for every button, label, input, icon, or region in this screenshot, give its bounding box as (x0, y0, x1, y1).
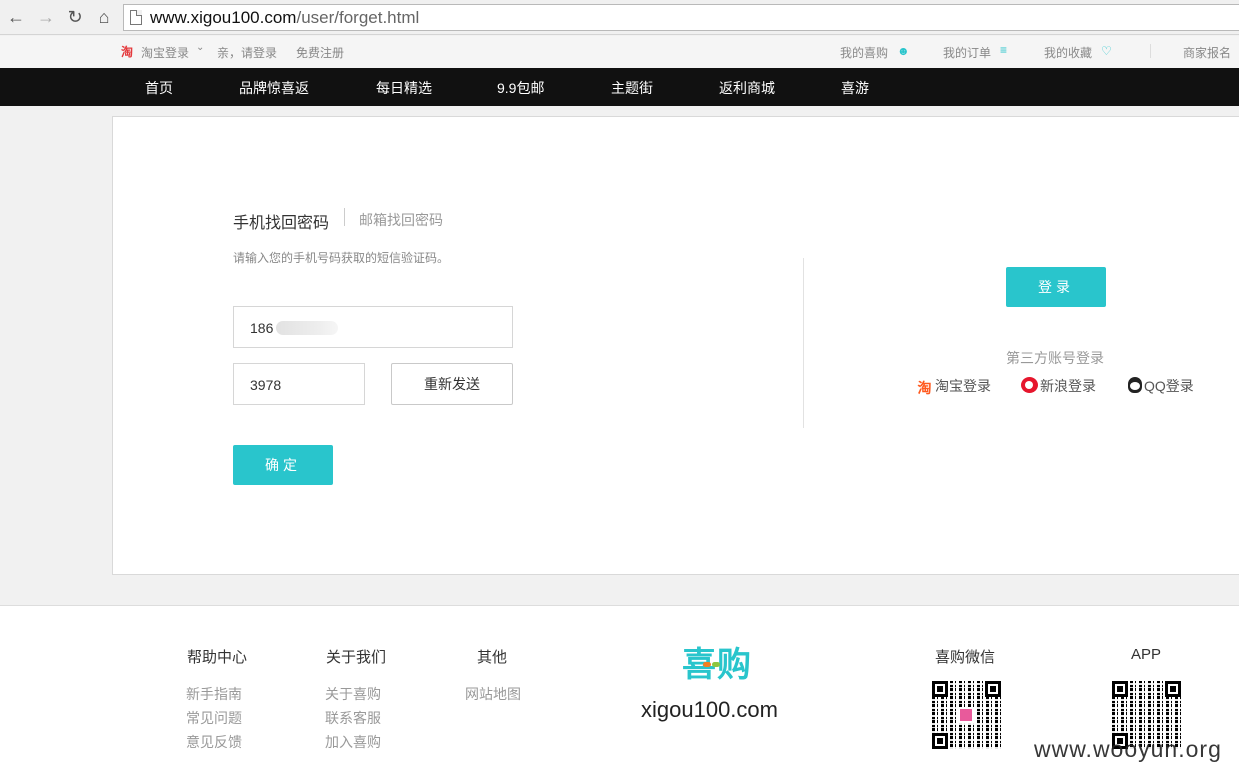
url-text: www.xigou100.com/user/forget.html (150, 8, 419, 28)
nav-item-home[interactable]: 首页 (145, 78, 173, 98)
logo-accent-green (712, 662, 720, 667)
main-nav: 首页 品牌惊喜返 每日精选 9.9包邮 主题街 返利商城 喜游 (0, 68, 1239, 106)
qq-login-label: QQ登录 (1144, 378, 1194, 394)
qq-penguin-icon (1128, 377, 1142, 393)
qr-center-logo (958, 707, 974, 723)
user-icon: ☻ (897, 44, 910, 58)
forget-password-card: 手机找回密码 邮箱找回密码 请输入您的手机号码获取的短信验证码。 186 397… (112, 116, 1239, 575)
nav-item-xiyou[interactable]: 喜游 (841, 78, 869, 98)
watermark: www.wooyun.org (1034, 736, 1222, 762)
nav-item-free-shipping[interactable]: 9.9包邮 (497, 78, 544, 98)
browser-toolbar: ← → ↻ ⌂ www.xigou100.com/user/forget.htm… (0, 0, 1239, 35)
nav-item-daily-picks[interactable]: 每日精选 (376, 78, 432, 98)
footer-link[interactable]: 加入喜购 (325, 732, 381, 752)
topbar-divider (1150, 44, 1151, 58)
footer-help-title: 帮助中心 (187, 649, 248, 666)
footer-link[interactable]: 联系客服 (325, 708, 381, 728)
register-link[interactable]: 免费注册 (296, 44, 344, 61)
back-arrow-icon[interactable]: ← (5, 6, 27, 28)
sms-code-input[interactable]: 3978 (233, 363, 365, 405)
top-utility-bar: 淘 淘宝登录 ⌄ 亲，请登录 免费注册 我的喜购 ☻ 我的订单 ≡ 我的收藏 ♡… (0, 36, 1239, 68)
footer-wechat-title: 喜购微信 (935, 649, 996, 666)
weibo-login-button[interactable]: 新浪登录 (1021, 376, 1096, 396)
tab-phone-recovery[interactable]: 手机找回密码 (233, 209, 329, 233)
nav-item-theme-street[interactable]: 主题街 (611, 78, 653, 98)
sms-code-value: 3978 (250, 377, 282, 393)
confirm-button[interactable]: 确定 (233, 445, 333, 485)
taobao-icon: 淘 (121, 45, 134, 59)
sms-hint-text: 请输入您的手机号码获取的短信验证码。 (233, 251, 450, 265)
taobao-login-button[interactable]: 淘淘宝登录 (916, 376, 992, 396)
my-xigou-link[interactable]: 我的喜购 (840, 44, 888, 61)
footer-about-title: 关于我们 (326, 649, 387, 666)
my-orders-link[interactable]: 我的订单 (943, 44, 991, 61)
qq-login-button[interactable]: QQ登录 (1128, 376, 1194, 396)
phone-value: 186 (250, 320, 274, 336)
my-favorites-link[interactable]: 我的收藏 (1044, 44, 1092, 61)
nav-item-rebate-mall[interactable]: 返利商城 (719, 78, 775, 98)
login-button[interactable]: 登录 (1006, 267, 1106, 307)
resend-button[interactable]: 重新发送 (391, 363, 513, 405)
footer-link[interactable]: 关于喜购 (325, 684, 381, 704)
weibo-icon (1021, 377, 1038, 393)
list-icon: ≡ (1000, 43, 1008, 57)
third-party-login-title: 第三方账号登录 (1006, 350, 1104, 366)
taobao-icon: 淘 (917, 380, 932, 396)
address-bar[interactable]: www.xigou100.com/user/forget.html (123, 4, 1239, 31)
footer-link[interactable]: 网站地图 (465, 684, 521, 704)
tab-email-recovery[interactable]: 邮箱找回密码 (359, 210, 443, 230)
greeting-login-link[interactable]: 亲，请登录 (217, 44, 277, 61)
footer-link[interactable]: 意见反馈 (186, 732, 242, 752)
home-icon[interactable]: ⌂ (93, 6, 115, 28)
heart-icon: ♡ (1101, 44, 1112, 58)
merchant-signup-link[interactable]: 商家报名 (1183, 44, 1231, 61)
phone-input[interactable]: 186 (233, 306, 513, 348)
url-host: www.xigou100.com (150, 8, 297, 27)
footer-domain: xigou100.com (641, 697, 778, 722)
wechat-qr-code (932, 681, 1001, 749)
weibo-login-label: 新浪登录 (1040, 378, 1096, 394)
taobao-login-label: 淘宝登录 (935, 378, 991, 394)
forward-arrow-icon[interactable]: → (35, 6, 57, 28)
reload-icon[interactable]: ↻ (64, 6, 86, 28)
chevron-down-icon[interactable]: ⌄ (196, 42, 204, 53)
redaction-blur (276, 321, 338, 335)
taobao-login-link[interactable]: 淘宝登录 (141, 44, 189, 61)
url-path: /user/forget.html (296, 8, 420, 27)
footer-link[interactable]: 常见问题 (186, 708, 242, 728)
footer-other-title: 其他 (477, 649, 508, 666)
tab-divider (344, 208, 345, 226)
page-icon (130, 10, 142, 25)
logo-accent-orange (703, 662, 711, 667)
footer-app-title: APP (1131, 646, 1162, 663)
vertical-divider (803, 258, 804, 428)
nav-item-brand-rebate[interactable]: 品牌惊喜返 (239, 78, 309, 98)
footer-link[interactable]: 新手指南 (186, 684, 242, 704)
